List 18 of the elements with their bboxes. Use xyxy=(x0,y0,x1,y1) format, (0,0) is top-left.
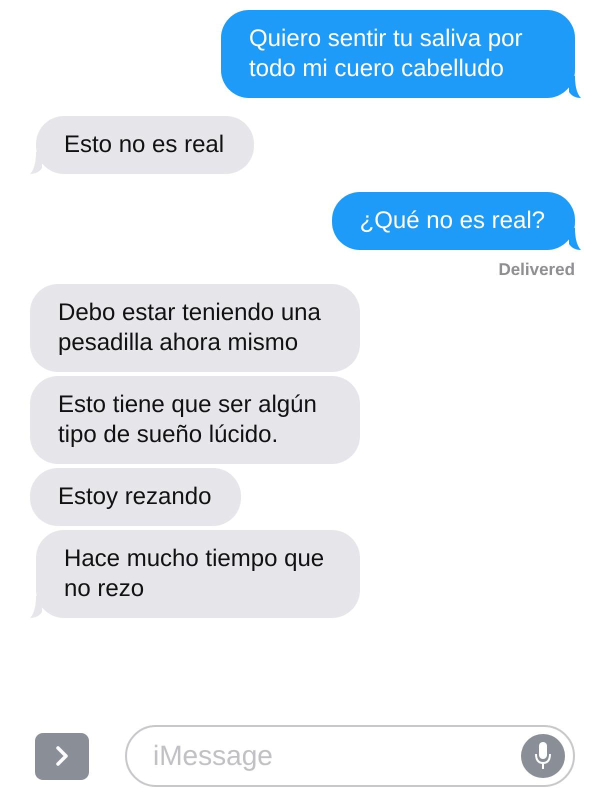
message-bubble: Esto no es real xyxy=(36,116,254,174)
microphone-icon xyxy=(534,741,552,771)
bubble-tail xyxy=(30,152,42,174)
message-bubble: Estoy rezando xyxy=(30,468,242,526)
bubble-tail xyxy=(569,76,581,98)
chevron-icon xyxy=(55,745,69,767)
message-bubble: ¿Qué no es real? xyxy=(332,192,575,250)
message-bubble: Quiero sentir tu saliva por todo mi cuero cabelludo xyxy=(221,10,575,98)
message-bubble: Esto tiene que ser algún tipo de sueño lúcido. xyxy=(30,376,360,464)
message-field[interactable]: iMessage xyxy=(125,725,575,787)
message-bubble: Hace mucho tiempo que no rezo xyxy=(36,530,360,618)
message-input[interactable]: iMessage xyxy=(151,739,521,773)
bubble-tail xyxy=(569,228,581,250)
microphone-button[interactable] xyxy=(521,734,565,778)
message-bubble: Debo estar teniendo una pesadilla ahora mismo xyxy=(30,284,360,372)
delivery-status: Delivered xyxy=(498,260,575,280)
bubble-tail xyxy=(30,596,42,618)
expand-button[interactable] xyxy=(35,732,89,780)
